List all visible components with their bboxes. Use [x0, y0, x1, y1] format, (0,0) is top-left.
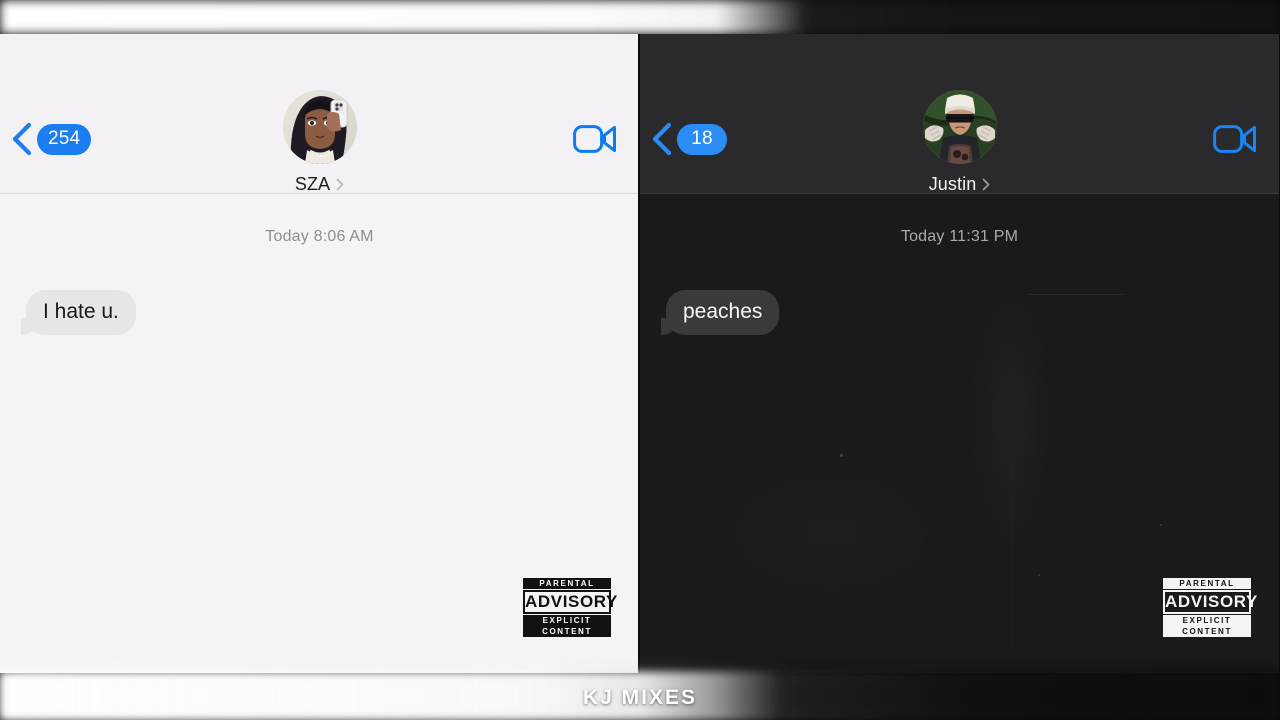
advisory-line-3: EXPLICIT CONTENT [1163, 615, 1251, 637]
contact-header-right[interactable]: Justin [640, 90, 1279, 195]
video-camera-icon[interactable] [1213, 124, 1257, 154]
imessage-screenshot-left: 254 SZA Today 8:06 AM I hate u. PARENTAL… [0, 34, 639, 673]
conversation-header-right: 18 Justin [640, 34, 1279, 194]
contact-name: SZA [294, 174, 331, 194]
imessage-screenshot-right: 18 Justin Today 11:31 PM peaches PARENTA… [640, 34, 1279, 673]
chevron-right-icon [982, 178, 990, 191]
contact-avatar-justin[interactable] [922, 90, 997, 164]
contact-header-left[interactable]: SZA [0, 90, 639, 195]
panel-divider [638, 34, 640, 673]
contact-name-row-right[interactable]: Justin [929, 174, 991, 195]
thread-timestamp: Today 8:06 AM [265, 228, 374, 245]
contact-name-row-left[interactable]: SZA [295, 174, 344, 195]
message-row: I hate u. [0, 290, 639, 335]
advisory-line-1: PARENTAL [1163, 578, 1251, 589]
chevron-right-icon [336, 178, 344, 191]
message-bubble-incoming[interactable]: I hate u. [16, 290, 136, 335]
advisory-line-2: ADVISORY [1163, 590, 1257, 614]
message-text: peaches [683, 300, 763, 323]
message-thread-left: Today 8:06 AM I hate u. [0, 194, 639, 335]
video-frame: 254 SZA Today 8:06 AM I hate u. PARENTAL… [0, 0, 1280, 720]
film-speck [840, 454, 843, 457]
contact-avatar-sza[interactable] [282, 90, 357, 164]
video-camera-icon[interactable] [573, 124, 617, 154]
top-blur-band [0, 0, 1280, 34]
parental-advisory-label: PARENTAL ADVISORY EXPLICIT CONTENT [523, 578, 617, 637]
message-thread-right: Today 11:31 PM peaches [640, 194, 1279, 335]
film-speck [1160, 524, 1162, 526]
message-text: I hate u. [43, 300, 119, 323]
conversation-header-left: 254 SZA [0, 34, 639, 194]
advisory-line-2: ADVISORY [523, 590, 617, 614]
film-speck [1038, 574, 1040, 576]
watermark: KJ MIXES [582, 686, 698, 709]
contact-name: Justin [928, 174, 977, 194]
advisory-line-1: PARENTAL [523, 578, 611, 589]
message-bubble-incoming[interactable]: peaches [655, 290, 780, 335]
film-scratch [1012, 464, 1013, 644]
thread-timestamp: Today 11:31 PM [900, 228, 1019, 245]
message-row: peaches [640, 290, 1279, 335]
advisory-line-3: EXPLICIT CONTENT [523, 615, 611, 637]
parental-advisory-label: PARENTAL ADVISORY EXPLICIT CONTENT [1163, 578, 1257, 637]
